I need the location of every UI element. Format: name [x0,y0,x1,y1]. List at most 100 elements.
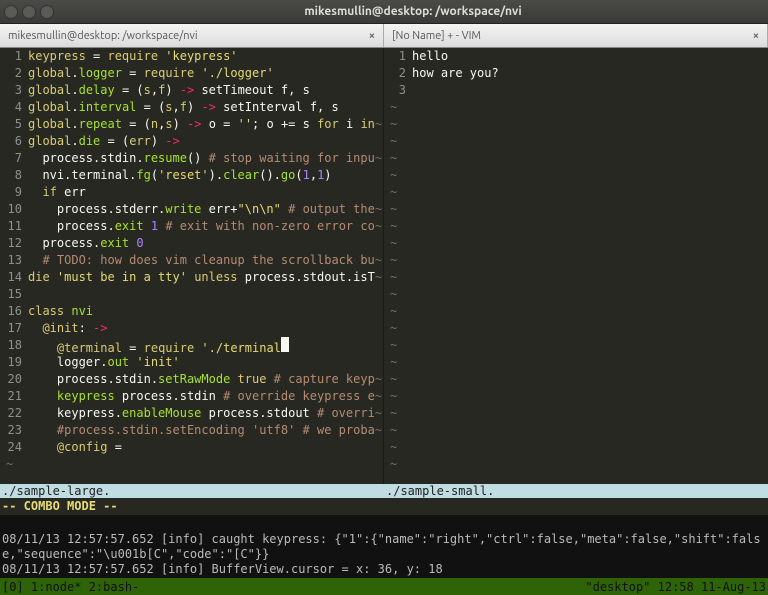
line-number: 12 [0,235,28,252]
line-content: if err [28,184,383,201]
empty-line: ~ [384,184,768,201]
line-number: 3 [0,82,28,99]
tab-label: [No Name] + - VIM [392,30,753,42]
line-content: global.delay = (s,f) -> setTimeout f, s [28,82,383,99]
empty-line: ~ [384,269,768,286]
line-number: 9 [0,184,28,201]
maximize-window-icon[interactable] [40,5,54,19]
code-line[interactable]: 2how are you? [384,65,768,82]
code-line[interactable]: 17 @init: -> [0,320,383,337]
file-status-left: ./sample-large. [0,484,384,498]
empty-line: ~ [384,235,768,252]
code-line[interactable]: 24 @config = [0,439,383,456]
code-line[interactable]: 19 logger.out 'init' [0,354,383,371]
line-number: 1 [0,48,28,65]
code-line[interactable]: 11 process.exit 1 # exit with non-zero e… [0,218,383,235]
line-content: keypress = require 'keypress' [28,48,383,65]
line-content [412,82,768,99]
code-line[interactable]: 5global.repeat = (n,s) -> o = ''; o += s… [0,116,383,133]
line-content: die 'must be in a tty' unless process.st… [28,269,383,286]
line-number: 24 [0,439,28,456]
window-title: mikesmullin@desktop: /workspace/nvi [62,5,764,18]
line-number: 18 [0,337,28,354]
code-line[interactable]: 2global.logger = require './logger' [0,65,383,82]
code-line[interactable]: 22 keypress.enableMouse process.stdout #… [0,405,383,422]
code-line[interactable]: 13 # TODO: how does vim cleanup the scro… [0,252,383,269]
code-line[interactable]: 7 process.stdin.resume() # stop waiting … [0,150,383,167]
code-line[interactable]: 10 process.stderr.write err+"\n\n" # out… [0,201,383,218]
minimize-window-icon[interactable] [22,5,36,19]
editor-pane-right[interactable]: 1hello2how are you?3~~~~~~~~~~~~~~~~~~~~… [384,48,768,484]
tilde-icon: ~ [0,456,13,473]
tilde-icon: ~ [384,184,397,201]
code-line[interactable]: 23 #process.stdin.setEncoding 'utf8' # w… [0,422,383,439]
empty-line: ~ [384,252,768,269]
code-line[interactable]: 1keypress = require 'keypress' [0,48,383,65]
tilde-icon: ~ [384,354,397,371]
code-line[interactable]: 18 @terminal = require './terminal [0,337,383,354]
code-line[interactable]: 9 if err [0,184,383,201]
tab-right[interactable]: [No Name] + - VIM × [384,24,768,47]
line-content: logger.out 'init' [28,354,383,371]
empty-line: ~ [384,167,768,184]
code-line[interactable]: 3 [384,82,768,99]
code-line[interactable]: 4global.interval = (s,f) -> setInterval … [0,99,383,116]
tilde-icon: ~ [384,388,397,405]
close-tab-icon[interactable]: × [753,30,759,42]
tilde-icon: ~ [384,456,397,473]
empty-line: ~ [384,456,768,473]
line-content: global.interval = (s,f) -> setInterval f… [28,99,383,116]
close-tab-icon[interactable]: × [369,30,375,42]
editor-area: 1keypress = require 'keypress'2global.lo… [0,48,768,484]
tab-bar: mikesmullin@desktop: /workspace/nvi × [N… [0,24,768,48]
code-line[interactable]: 15 [0,286,383,303]
line-content: @terminal = require './terminal [28,337,383,354]
empty-line: ~ [384,218,768,235]
empty-line: ~ [384,303,768,320]
tilde-icon: ~ [384,252,397,269]
empty-line: ~ [384,133,768,150]
window-titlebar: mikesmullin@desktop: /workspace/nvi [0,0,768,24]
code-right[interactable]: 1hello2how are you?3~~~~~~~~~~~~~~~~~~~~… [384,48,768,484]
window-controls [4,5,54,19]
line-content: global.die = (err) -> [28,133,383,150]
empty-line: ~ [384,371,768,388]
tilde-icon: ~ [384,218,397,235]
tilde-icon: ~ [384,269,397,286]
code-line[interactable]: 3global.delay = (s,f) -> setTimeout f, s [0,82,383,99]
text-cursor [281,337,289,352]
line-number: 16 [0,303,28,320]
empty-line: ~ [384,388,768,405]
code-line[interactable]: 12 process.exit 0 [0,235,383,252]
tilde-icon: ~ [384,116,397,133]
line-number: 7 [0,150,28,167]
tilde-icon: ~ [384,235,397,252]
line-number: 8 [0,167,28,184]
line-number: 15 [0,286,28,303]
line-content: process.exit 1 # exit with non-zero erro… [28,218,383,235]
tilde-icon: ~ [384,422,397,439]
code-line[interactable]: 21 keypress process.stdin # override key… [0,388,383,405]
close-window-icon[interactable] [4,5,18,19]
code-line[interactable]: 16class nvi [0,303,383,320]
empty-line: ~ [384,405,768,422]
code-left[interactable]: 1keypress = require 'keypress'2global.lo… [0,48,383,484]
line-content: process.stderr.write err+"\n\n" # output… [28,201,383,218]
tilde-icon: ~ [384,167,397,184]
line-number: 1 [384,48,412,65]
tab-left[interactable]: mikesmullin@desktop: /workspace/nvi × [0,24,384,47]
line-content: process.stdin.setRawMode true # capture … [28,371,383,388]
line-number: 13 [0,252,28,269]
code-line[interactable]: 8 nvi.terminal.fg('reset').clear().go(1,… [0,167,383,184]
code-line[interactable]: 20 process.stdin.setRawMode true # captu… [0,371,383,388]
empty-line: ~ [384,320,768,337]
code-line[interactable]: 1hello [384,48,768,65]
code-line[interactable]: 6global.die = (err) -> [0,133,383,150]
log-output[interactable]: 08/11/13 12:57:57.652 [info] caught keyp… [0,515,768,578]
tmux-status-left: [0] 1:node* 2:bash- [0,580,585,594]
code-line[interactable]: 14die 'must be in a tty' unless process.… [0,269,383,286]
line-content: keypress.enableMouse process.stdout # ov… [28,405,383,422]
empty-line: ~ [384,201,768,218]
editor-pane-left[interactable]: 1keypress = require 'keypress'2global.lo… [0,48,384,484]
line-number: 2 [384,65,412,82]
